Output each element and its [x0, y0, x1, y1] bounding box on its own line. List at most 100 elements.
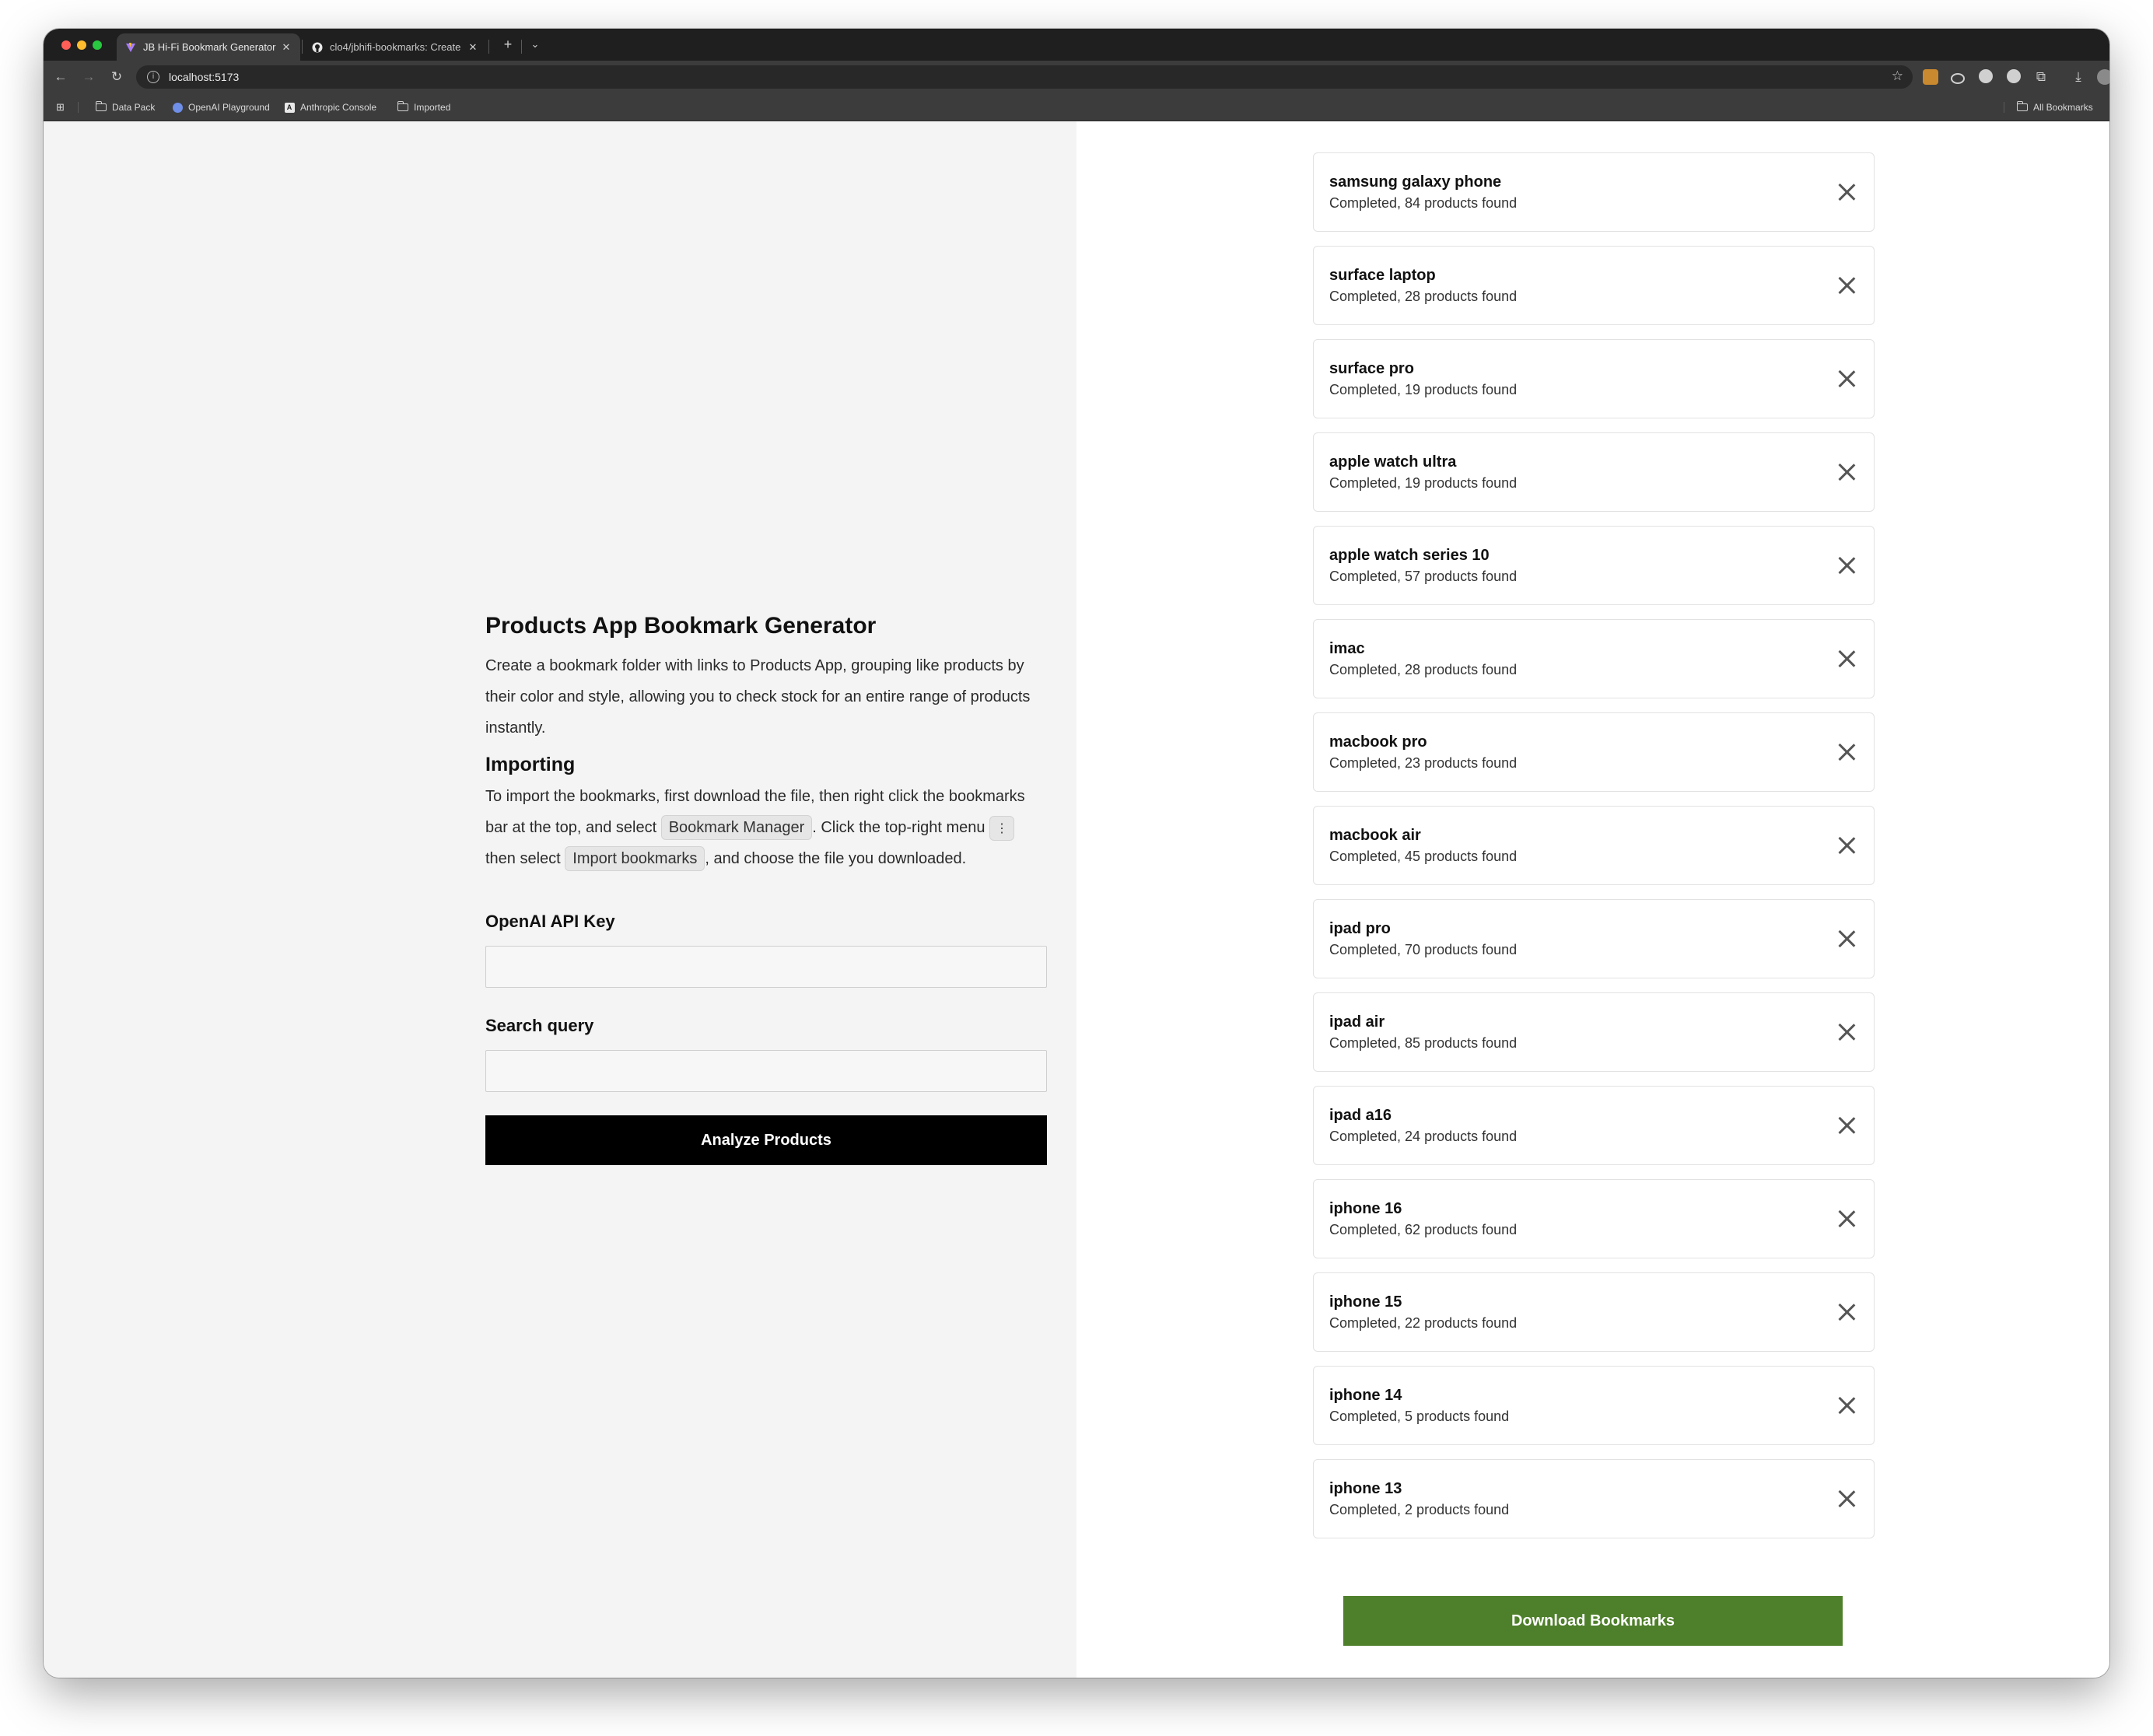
puzzle-extensions-icon[interactable]: ⧉	[2032, 68, 2050, 86]
query-name: surface laptop	[1329, 267, 1436, 284]
bookmark-star-icon[interactable]: ☆	[1892, 68, 1903, 84]
importing-heading: Importing	[485, 754, 576, 775]
tab-strip: JB Hi-Fi Bookmark Generator ✕ clo4/jbhif…	[44, 29, 2109, 61]
intro-text: Create a bookmark folder with links to P…	[485, 657, 1031, 737]
import-text: then select	[485, 850, 565, 867]
tab-title: JB Hi-Fi Bookmark Generator	[143, 41, 276, 53]
remove-query-close-icon[interactable]	[1836, 555, 1857, 576]
browser-toolbar: ← → ↻ i localhost:5173 ☆ ⧉ ⤓ ⋮	[44, 61, 2109, 93]
query-card: macbook air Completed, 45 products found	[1313, 806, 1875, 885]
remove-query-close-icon[interactable]	[1836, 1022, 1857, 1042]
new-tab-button[interactable]: +	[499, 35, 517, 54]
remove-query-close-icon[interactable]	[1836, 1209, 1857, 1229]
import-bookmarks-chip: Import bookmarks	[565, 846, 705, 871]
remove-query-close-icon[interactable]	[1836, 1115, 1857, 1136]
openai-icon	[171, 102, 184, 113]
query-name: macbook pro	[1329, 733, 1427, 751]
github-icon	[311, 41, 324, 54]
maximize-window-button[interactable]	[93, 40, 102, 50]
back-button[interactable]: ←	[51, 68, 70, 86]
query-name: iphone 14	[1329, 1387, 1402, 1404]
query-status: Completed, 23 products found	[1329, 755, 1518, 771]
query-name: surface pro	[1329, 360, 1414, 377]
close-window-button[interactable]	[61, 40, 71, 50]
anthropic-icon: A	[283, 102, 296, 113]
import-text: . Click the top-right menu	[812, 819, 990, 836]
api-key-label: OpenAI API Key	[485, 912, 615, 931]
folder-icon	[95, 101, 107, 113]
remove-query-close-icon[interactable]	[1836, 649, 1857, 669]
download-icon[interactable]: ⤓	[2069, 68, 2088, 86]
browser-window: JB Hi-Fi Bookmark Generator ✕ clo4/jbhif…	[44, 29, 2109, 1678]
search-query-label: Search query	[485, 1016, 594, 1035]
profile-avatar[interactable]	[2097, 69, 2109, 85]
query-name: iphone 15	[1329, 1293, 1402, 1311]
remove-query-close-icon[interactable]	[1836, 1395, 1857, 1416]
query-card: iphone 14 Completed, 5 products found	[1313, 1366, 1875, 1445]
query-name: samsung galaxy phone	[1329, 173, 1502, 191]
query-card: macbook pro Completed, 23 products found	[1313, 712, 1875, 792]
extension-icon[interactable]	[1923, 69, 1938, 85]
remove-query-close-icon[interactable]	[1836, 742, 1857, 762]
remove-query-close-icon[interactable]	[1836, 275, 1857, 296]
bookmark-manager-chip: Bookmark Manager	[660, 815, 813, 840]
query-name: macbook air	[1329, 827, 1421, 844]
extension-icon[interactable]	[2007, 69, 2021, 83]
query-card: samsung galaxy phone Completed, 84 produc…	[1313, 152, 1875, 232]
remove-query-close-icon[interactable]	[1836, 369, 1857, 389]
query-list: samsung galaxy phone Completed, 84 produc…	[1313, 152, 1875, 1552]
query-status: Completed, 2 products found	[1329, 1502, 1510, 1517]
query-name: apple watch ultra	[1329, 453, 1457, 471]
query-card: iphone 13 Completed, 2 products found	[1313, 1459, 1875, 1538]
query-status: Completed, 19 products found	[1329, 382, 1518, 397]
close-tab-icon[interactable]: ✕	[280, 41, 292, 54]
query-status: Completed, 70 products found	[1329, 942, 1518, 957]
analyze-products-button[interactable]: Analyze Products	[485, 1115, 1047, 1165]
remove-query-close-icon[interactable]	[1836, 1489, 1857, 1509]
import-instructions: To import the bookmarks, first download …	[485, 781, 1047, 874]
tab-separator	[488, 40, 489, 54]
incognito-icon[interactable]	[1951, 73, 1965, 84]
remove-query-close-icon[interactable]	[1836, 182, 1857, 202]
minimize-window-button[interactable]	[77, 40, 86, 50]
all-bookmarks-button[interactable]: All Bookmarks	[2016, 100, 2093, 114]
bookmark-openai-playground[interactable]: OpenAI Playground	[171, 100, 270, 114]
tab-github[interactable]: clo4/jbhifi-bookmarks: Create ✕	[303, 33, 487, 61]
extension-icon[interactable]	[1979, 69, 1993, 83]
bookmark-label: Data Pack	[112, 102, 156, 113]
query-card: apple watch ultra Completed, 19 products …	[1313, 432, 1875, 512]
query-name: imac	[1329, 640, 1365, 657]
folder-icon	[397, 101, 409, 113]
tab-search-chevron-icon[interactable]: ⌄	[526, 35, 544, 54]
query-name: iphone 16	[1329, 1200, 1402, 1217]
download-bookmarks-button[interactable]: Download Bookmarks	[1343, 1596, 1843, 1646]
forward-button[interactable]: →	[79, 68, 98, 86]
bookmark-anthropic-console[interactable]: A Anthropic Console	[283, 100, 376, 114]
close-tab-icon[interactable]: ✕	[467, 41, 479, 54]
remove-query-close-icon[interactable]	[1836, 929, 1857, 949]
query-status: Completed, 28 products found	[1329, 662, 1518, 677]
kebab-menu-icon: ⋮	[989, 816, 1015, 841]
apps-grid-icon[interactable]: ⊞	[56, 100, 65, 114]
address-bar[interactable]: i localhost:5173 ☆	[136, 65, 1913, 89]
remove-query-close-icon[interactable]	[1836, 835, 1857, 856]
remove-query-close-icon[interactable]	[1836, 462, 1857, 482]
folder-icon	[2016, 101, 2029, 113]
site-info-icon[interactable]: i	[147, 71, 159, 83]
bookmarks-bar: ⊞ Data Pack OpenAI Playground A Anthropi…	[44, 93, 2109, 121]
bookmark-label: Imported	[414, 102, 451, 113]
tab-title: clo4/jbhifi-bookmarks: Create	[330, 41, 461, 53]
query-card: imac Completed, 28 products found	[1313, 619, 1875, 698]
search-query-input[interactable]	[485, 1050, 1047, 1092]
query-card: ipad a16 Completed, 24 products found	[1313, 1086, 1875, 1165]
reload-button[interactable]: ↻	[107, 68, 126, 86]
api-key-input[interactable]	[485, 946, 1047, 988]
right-pane: samsung galaxy phone Completed, 84 produc…	[1076, 121, 2109, 1678]
query-status: Completed, 62 products found	[1329, 1222, 1518, 1237]
bookmark-imported[interactable]: Imported	[397, 100, 450, 114]
remove-query-close-icon[interactable]	[1836, 1302, 1857, 1322]
tab-bookmark-generator[interactable]: JB Hi-Fi Bookmark Generator ✕	[117, 33, 300, 61]
query-name: ipad a16	[1329, 1107, 1392, 1124]
bookmark-data-pack[interactable]: Data Pack	[95, 100, 155, 114]
query-status: Completed, 84 products found	[1329, 195, 1518, 211]
